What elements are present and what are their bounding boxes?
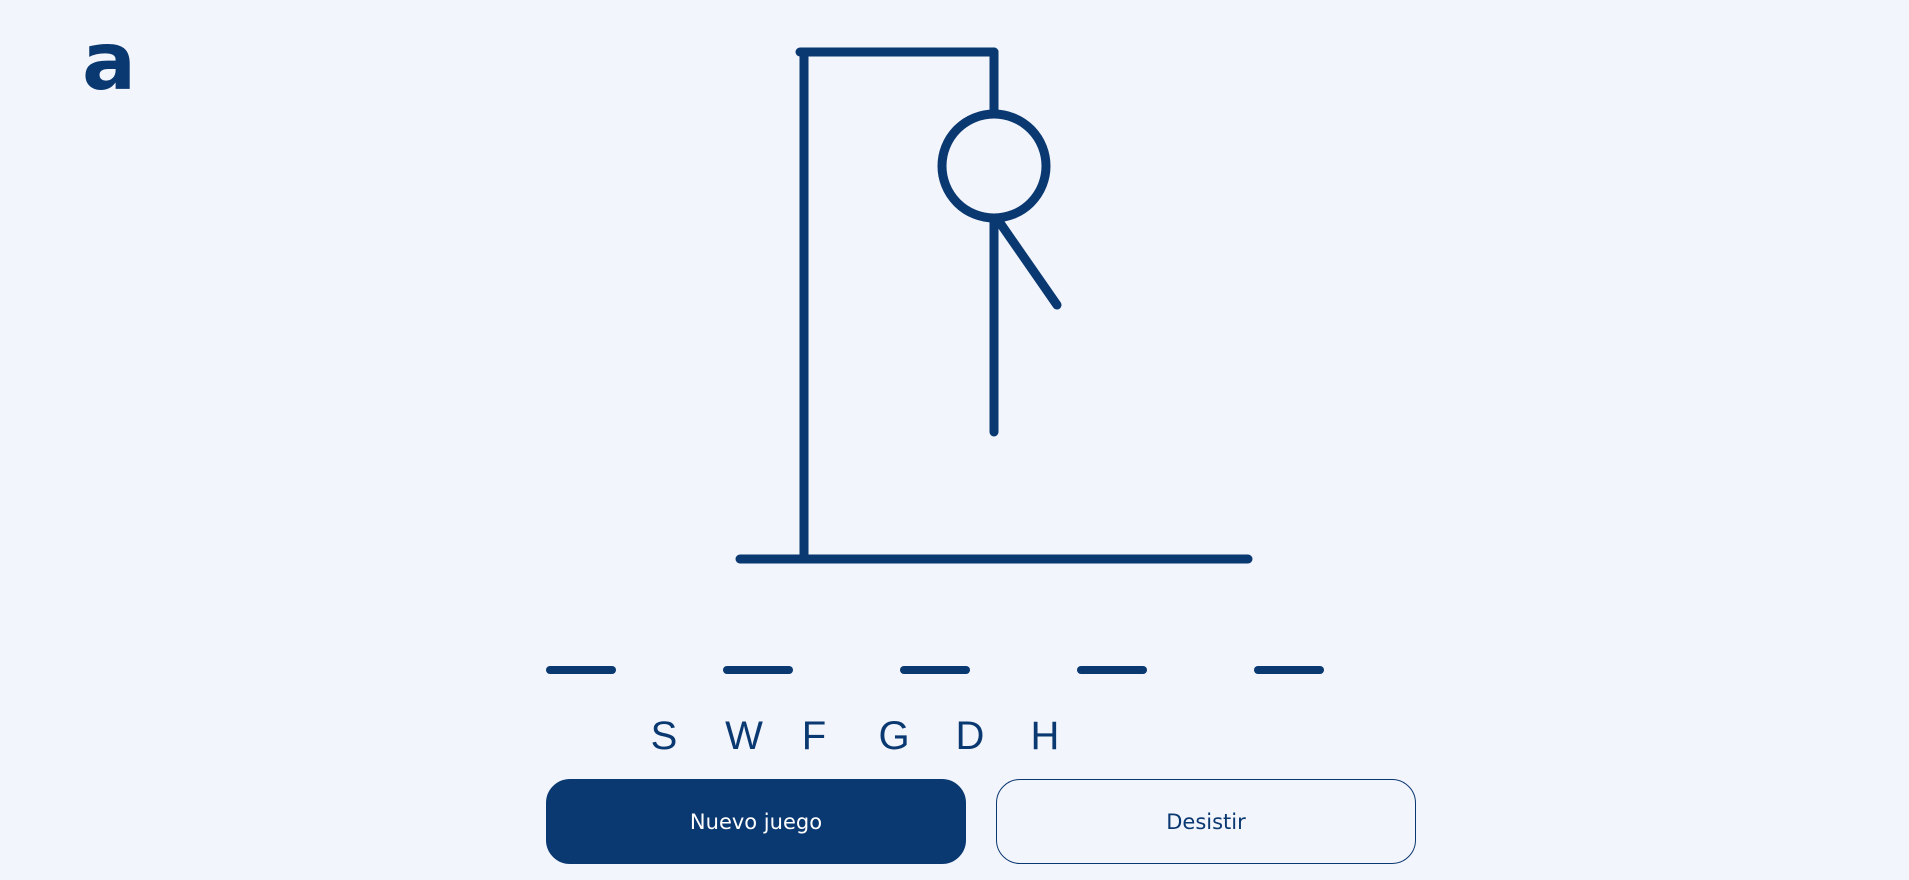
hangman-right-arm <box>993 215 1062 310</box>
hangman-head <box>937 109 1051 223</box>
wrong-letter: W <box>725 714 763 758</box>
letter-slot <box>546 666 616 674</box>
wrong-letter: H <box>1030 714 1060 758</box>
letter-slot <box>1254 666 1324 674</box>
wrong-letters: S WF G D H <box>0 712 1909 760</box>
new-game-button[interactable]: Nuevo juego <box>546 779 966 864</box>
letter-slot <box>1077 666 1147 674</box>
wrong-letter: F <box>801 714 827 758</box>
letter-slot <box>723 666 793 674</box>
letter-slot <box>900 666 970 674</box>
wrong-letter: D <box>955 714 985 758</box>
wrong-letter: S <box>650 714 678 758</box>
wrong-letter: G <box>878 714 910 758</box>
give-up-button[interactable]: Desistir <box>996 779 1416 864</box>
